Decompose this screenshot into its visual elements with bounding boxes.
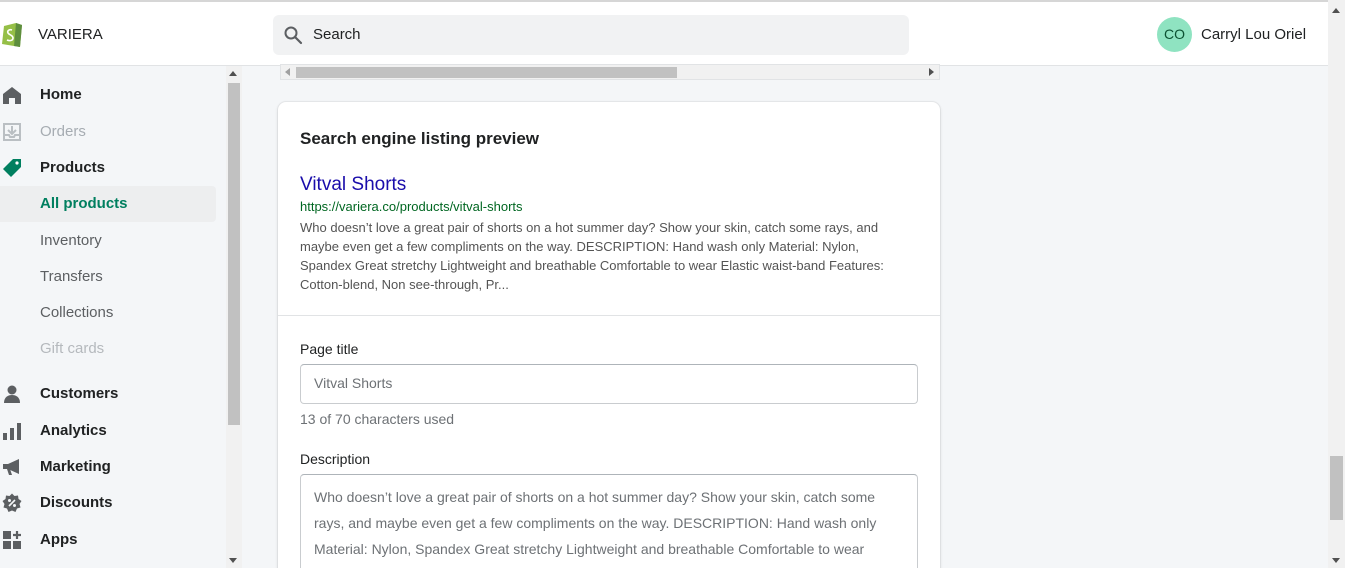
apps-icon: [3, 531, 21, 549]
preview-description: Who doesn’t love a great pair of shorts …: [300, 220, 884, 292]
page-scrollbar-thumb[interactable]: [1330, 456, 1343, 520]
page-title-label: Page title: [300, 341, 359, 357]
sidebar-item-label: Inventory: [40, 232, 102, 249]
sidebar-item-products[interactable]: Products: [0, 150, 216, 186]
sidebar-item-label: Home: [40, 86, 82, 103]
horizontal-scrollbar-thumb[interactable]: [296, 67, 677, 78]
person-icon: [4, 385, 20, 403]
sidebar-item-label: Marketing: [40, 458, 111, 475]
description-textarea[interactable]: Who doesn’t love a great pair of shorts …: [300, 474, 918, 568]
store-name[interactable]: VARIERA: [38, 26, 103, 43]
search-placeholder: Search: [313, 26, 361, 43]
preview-title: Vitval Shorts: [300, 174, 407, 195]
sidebar-item-label: Discounts: [40, 494, 113, 511]
search-input[interactable]: Search: [273, 15, 909, 55]
scroll-up-arrow-icon[interactable]: [229, 71, 237, 76]
sidebar-item-gift-cards[interactable]: Gift cards: [0, 331, 216, 367]
sidebar-item-marketing[interactable]: Marketing: [0, 449, 216, 485]
shopify-logo-icon[interactable]: [0, 18, 24, 48]
sidebar: Home Orders Products All products Invent…: [0, 66, 242, 568]
sidebar-item-label: All products: [40, 195, 128, 212]
horizontal-scrollbar[interactable]: [280, 64, 940, 80]
sidebar-item-collections[interactable]: Collections: [0, 295, 216, 331]
sidebar-item-inventory[interactable]: Inventory: [0, 223, 216, 259]
page-scroll-down-arrow-icon[interactable]: [1332, 558, 1340, 563]
scroll-right-arrow-icon[interactable]: [929, 68, 934, 76]
sidebar-item-all-products[interactable]: All products: [0, 186, 216, 222]
sidebar-item-label: Apps: [40, 531, 78, 548]
sidebar-item-analytics[interactable]: Analytics: [0, 413, 216, 449]
description-label: Description: [300, 451, 371, 467]
seo-card: Search engine listing preview Vitval Sho…: [278, 102, 940, 568]
page-scroll-up-arrow-icon[interactable]: [1332, 8, 1340, 13]
sidebar-item-orders[interactable]: Orders: [0, 114, 216, 150]
search-icon: [284, 26, 303, 45]
sidebar-item-label: Collections: [40, 304, 114, 321]
scroll-left-arrow-icon[interactable]: [285, 68, 290, 76]
character-count: 13 of 70 characters used: [300, 411, 455, 427]
sidebar-item-label: Products: [40, 159, 106, 176]
sidebar-item-label: Analytics: [40, 422, 107, 439]
orders-icon: [3, 123, 21, 141]
sidebar-item-home[interactable]: Home: [0, 77, 216, 113]
top-bar: VARIERA Search CO Carryl Lou Oriel: [0, 0, 1328, 66]
card-title: Search engine listing preview: [300, 129, 540, 148]
sidebar-item-label: Gift cards: [40, 340, 105, 357]
scroll-down-arrow-icon[interactable]: [229, 558, 237, 563]
megaphone-icon: [3, 459, 19, 475]
user-name[interactable]: Carryl Lou Oriel: [1201, 26, 1306, 43]
avatar[interactable]: CO: [1157, 17, 1192, 52]
sidebar-item-transfers[interactable]: Transfers: [0, 259, 216, 295]
sidebar-item-label: Orders: [40, 123, 86, 140]
discount-icon: [2, 493, 22, 512]
preview-url: https://variera.co/products/vitval-short…: [300, 199, 523, 214]
home-icon: [3, 87, 21, 104]
divider: [278, 315, 940, 316]
page-title-input[interactable]: Vitval Shorts: [300, 364, 918, 404]
sidebar-item-apps[interactable]: Apps: [0, 522, 216, 558]
sidebar-item-customers[interactable]: Customers: [0, 376, 216, 412]
sidebar-item-discounts[interactable]: Discounts: [0, 485, 216, 521]
sidebar-scrollbar-thumb[interactable]: [228, 83, 240, 425]
sidebar-item-label: Customers: [40, 385, 119, 402]
bar-chart-icon: [3, 423, 21, 440]
tag-icon: [3, 159, 21, 177]
sidebar-item-label: Transfers: [40, 268, 103, 285]
